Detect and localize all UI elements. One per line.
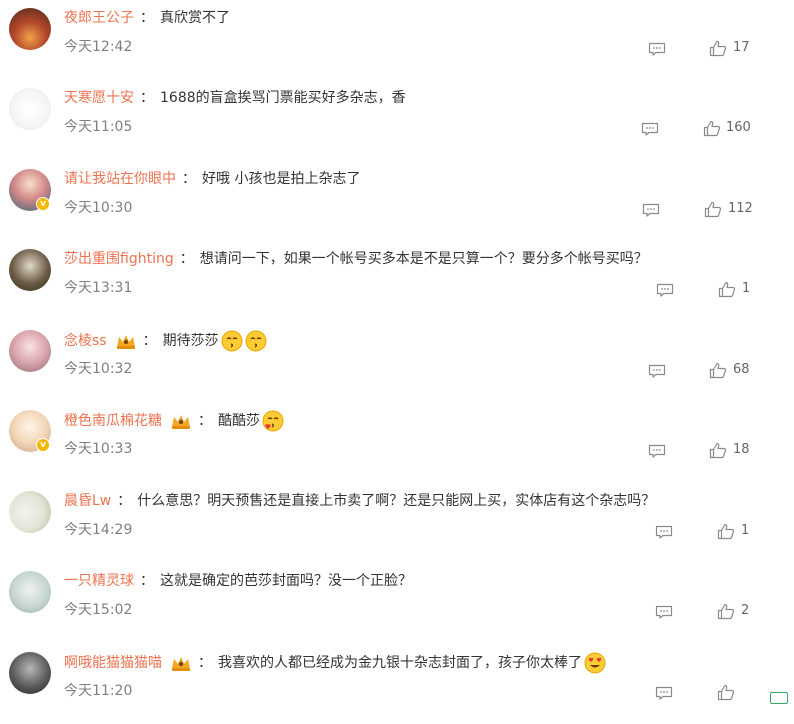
heart-eyes-emoji — [584, 652, 606, 674]
comment-text: 好哦 小孩也是拍上杂志了 — [202, 171, 361, 187]
comment-time: 今天10:32 — [64, 361, 133, 377]
comment-item: v 橙色南瓜棉花糖 ： 酷酷莎今天10:33 18 — [0, 402, 794, 482]
comment-text: 真欣赏不了 — [160, 10, 230, 26]
username-link[interactable]: 夜郎王公子 — [64, 8, 134, 28]
reply-icon[interactable] — [648, 42, 666, 56]
colon-separator: ： — [140, 573, 154, 589]
username-link[interactable]: 晨昏Lw — [64, 491, 111, 511]
fan-crown-icon — [115, 332, 137, 350]
thumbs-up-icon[interactable] — [718, 281, 736, 298]
comment-line: 莎出重围fighting ： 想请问一下，如果一个帐号买多本是不是只算一个？要分多个… — [64, 249, 648, 269]
reply-icon[interactable] — [655, 686, 673, 700]
comment-line: 晨昏Lw ： 什么意思？明天预售还是直接上市卖了啊？还是只能网上买，实体店有这个杂志… — [64, 491, 655, 511]
user-avatar[interactable] — [9, 652, 51, 694]
username-link[interactable]: 一只精灵球 — [64, 571, 134, 591]
username-link[interactable]: 天寒愿十安 — [64, 88, 134, 108]
comment-line: 请让我站在你眼中 ： 好哦 小孩也是拍上杂志了 — [64, 169, 360, 189]
comment-text: 想请问一下，如果一个帐号买多本是不是只算一个？要分多个帐号买吗？ — [199, 251, 648, 267]
colon-separator: ： — [140, 10, 154, 26]
like-count: 68 — [733, 362, 750, 377]
colon-separator: ： — [198, 655, 212, 671]
comment-text: 1688的盲盒挨骂门票能买好多杂志，香 — [160, 90, 406, 106]
comment-time: 今天11:05 — [64, 119, 133, 135]
comment-item: v 请让我站在你眼中 ： 好哦 小孩也是拍上杂志了今天10:30 112 — [0, 161, 794, 241]
thumbs-up-icon[interactable] — [717, 684, 735, 701]
comment-time: 今天10:30 — [64, 200, 133, 216]
thumbs-up-icon[interactable] — [704, 201, 722, 218]
like-count: 1 — [742, 281, 751, 296]
username-link[interactable]: 啊哦能猫猫猫喵 — [64, 653, 162, 673]
reply-icon[interactable] — [655, 525, 673, 539]
comment-time: 今天15:02 — [64, 602, 133, 618]
user-avatar[interactable] — [9, 8, 51, 50]
comment-line: 一只精灵球 ： 这就是确定的芭莎封面吗？没一个正脸？ — [64, 571, 412, 591]
reply-icon[interactable] — [641, 122, 659, 136]
comment-text: 期待莎莎 — [162, 333, 219, 349]
kiss-emoji — [245, 330, 267, 352]
comment-time: 今天13:31 — [64, 280, 133, 296]
thumbs-up-icon[interactable] — [703, 120, 721, 137]
user-avatar[interactable] — [9, 249, 51, 291]
comment-item: 夜郎王公子 ： 真欣赏不了今天12:42 17 — [0, 0, 794, 80]
thumbs-up-icon[interactable] — [709, 40, 727, 57]
comment-line: 啊哦能猫猫猫喵 ： 我喜欢的人都已经成为金九银十杂志封面了，孩子你太棒了 — [64, 652, 606, 674]
comment-time: 今天10:33 — [64, 441, 133, 457]
comment-line: 夜郎王公子 ： 真欣赏不了 — [64, 8, 230, 28]
reply-icon[interactable] — [642, 203, 660, 217]
username-link[interactable]: 请让我站在你眼中 — [64, 169, 176, 189]
colon-separator: ： — [198, 413, 212, 429]
like-count: 17 — [733, 40, 750, 55]
comment-time: 今天11:20 — [64, 683, 133, 699]
username-link[interactable]: 莎出重围fighting — [64, 249, 174, 269]
user-avatar[interactable] — [9, 571, 51, 613]
comment-item: 莎出重围fighting ： 想请问一下，如果一个帐号买多本是不是只算一个？要分多个… — [0, 241, 794, 321]
username-link[interactable]: 橙色南瓜棉花糖 — [64, 411, 162, 431]
comment-text: 酷酷莎 — [218, 413, 260, 429]
like-count: 1 — [741, 523, 750, 538]
comment-line: 念棱ss ： 期待莎莎 — [64, 330, 267, 352]
comment-text: 这就是确定的芭莎封面吗？没一个正脸？ — [160, 573, 412, 589]
username-link[interactable]: 念棱ss — [64, 331, 107, 351]
colon-separator: ： — [182, 171, 196, 187]
reply-icon[interactable] — [655, 605, 673, 619]
comment-item: 天寒愿十安 ： 1688的盲盒挨骂门票能买好多杂志，香今天11:05 160 — [0, 80, 794, 160]
scroll-down-button[interactable] — [770, 692, 788, 704]
reply-icon[interactable] — [648, 364, 666, 378]
thumbs-up-icon[interactable] — [717, 603, 735, 620]
comment-time: 今天12:42 — [64, 39, 133, 55]
user-avatar[interactable] — [9, 88, 51, 130]
thumbs-up-icon[interactable] — [709, 442, 727, 459]
like-count: 112 — [728, 201, 753, 216]
user-avatar[interactable] — [9, 491, 51, 533]
comment-text: 什么意思？明天预售还是直接上市卖了啊？还是只能网上买，实体店有这个杂志吗？ — [137, 493, 656, 509]
verified-badge-icon: v — [36, 197, 50, 211]
comment-item: 晨昏Lw ： 什么意思？明天预售还是直接上市卖了啊？还是只能网上买，实体店有这个杂志… — [0, 483, 794, 563]
reply-icon[interactable] — [648, 444, 666, 458]
fan-crown-icon — [170, 654, 192, 672]
comment-line: 橙色南瓜棉花糖 ： 酷酷莎 — [64, 410, 284, 432]
comment-item: 一只精灵球 ： 这就是确定的芭莎封面吗？没一个正脸？ 今天15:02 2 — [0, 563, 794, 643]
comment-line: 天寒愿十安 ： 1688的盲盒挨骂门票能买好多杂志，香 — [64, 88, 406, 108]
colon-separator: ： — [140, 90, 154, 106]
comment-time: 今天14:29 — [64, 522, 133, 538]
like-count: 2 — [741, 603, 750, 618]
comment-text: 我喜欢的人都已经成为金九银十杂志封面了，孩子你太棒了 — [218, 655, 582, 671]
comment-item: 念棱ss ： 期待莎莎今天10:32 68 — [0, 322, 794, 402]
reply-icon[interactable] — [656, 283, 674, 297]
colon-separator: ： — [179, 251, 194, 267]
user-avatar[interactable] — [9, 330, 51, 372]
comment-item: 啊哦能猫猫猫喵 ： 我喜欢的人都已经成为金九银十杂志封面了，孩子你太棒了今天11:2… — [0, 644, 794, 724]
thumbs-up-icon[interactable] — [709, 362, 727, 379]
colon-separator: ： — [117, 493, 132, 509]
like-count: 18 — [733, 442, 750, 457]
fan-crown-icon — [170, 412, 192, 430]
kiss-emoji — [221, 330, 243, 352]
heart-kiss-emoji — [262, 410, 284, 432]
verified-badge-icon: v — [36, 438, 50, 452]
like-count: 160 — [726, 120, 751, 135]
thumbs-up-icon[interactable] — [717, 523, 735, 540]
colon-separator: ： — [142, 333, 157, 349]
